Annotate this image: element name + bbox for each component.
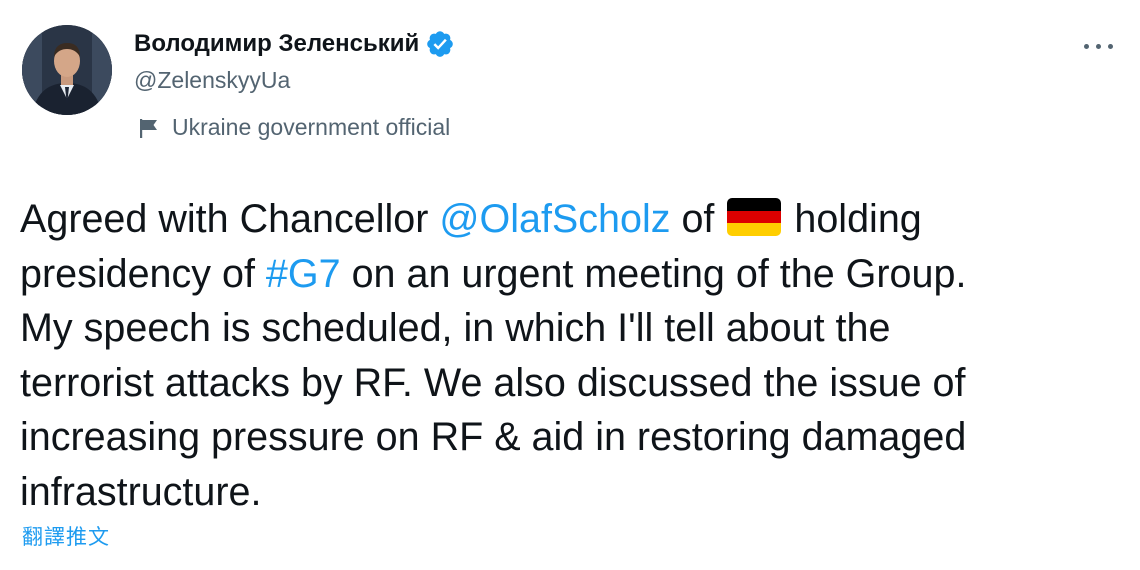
hashtag-link[interactable]: #G7 <box>266 252 341 296</box>
flag-icon <box>138 116 160 140</box>
mention-link[interactable]: @OlafScholz <box>439 197 670 241</box>
author-display-name[interactable]: Володимир Зеленський <box>134 30 419 58</box>
tweet-text-segment: presidency of <box>20 251 266 296</box>
translate-tweet-link[interactable]: 翻譯推文 <box>22 521 110 551</box>
tweet-line-4: terrorist attacks by RF. We also discuss… <box>20 360 966 405</box>
name-row: Володимир Зеленський <box>134 26 455 62</box>
author-handle[interactable]: @ZelenskyyUa <box>134 67 455 97</box>
tweet-text-segment: holding <box>783 197 922 241</box>
tweet-text-segment: Agreed with Chancellor <box>20 197 440 241</box>
government-label-text: Ukraine government official <box>172 114 451 140</box>
tweet-line-1: Agreed with Chancellor @OlafScholz of ho… <box>20 192 1120 247</box>
germany-flag-icon <box>727 198 782 236</box>
profile-photo-icon <box>22 25 112 115</box>
tweet-line-6: infrastructure. <box>20 469 262 514</box>
tweet-line-2: presidency of #G7 on an urgent meeting o… <box>20 247 1120 302</box>
tweet-text: Agreed with Chancellor @OlafScholz of ho… <box>20 192 1120 519</box>
government-label: Ukraine government official <box>138 114 450 141</box>
tweet-line-3: My speech is scheduled, in which I'll te… <box>20 306 891 350</box>
tweet-text-segment: of <box>670 197 726 241</box>
avatar[interactable] <box>22 25 112 115</box>
tweet-text-segment: on an urgent meeting of the Group. <box>340 251 967 296</box>
more-options-icon[interactable] <box>1082 38 1116 56</box>
tweet-header: Володимир Зеленський @ZelenskyyUa <box>134 26 455 97</box>
tweet-line-5: increasing pressure on RF & aid in resto… <box>20 415 967 459</box>
verified-badge-icon <box>425 29 455 59</box>
tweet-card: Володимир Зеленський @ZelenskyyUa Ukrain… <box>0 0 1140 570</box>
